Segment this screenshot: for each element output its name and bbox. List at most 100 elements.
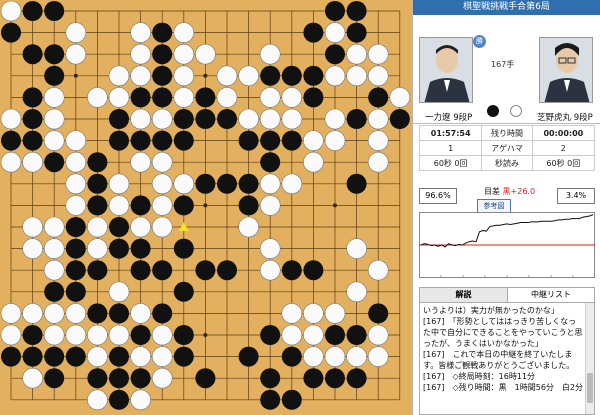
white-stone <box>303 130 324 151</box>
black-player-name: 一力遼 9段P <box>425 113 473 123</box>
white-stone <box>65 43 87 65</box>
black-stone <box>389 109 410 129</box>
white-stone <box>130 389 151 411</box>
black-stone <box>152 65 173 86</box>
white-stone <box>389 87 411 108</box>
black-stone <box>260 65 281 86</box>
black-stone <box>130 87 151 108</box>
black-stone <box>346 1 367 21</box>
white-stone <box>367 151 389 173</box>
black-stone <box>238 130 259 151</box>
white-stone <box>238 65 259 87</box>
black-stone <box>109 109 129 129</box>
white-stone <box>22 151 43 173</box>
black-stone <box>217 109 237 129</box>
black-stone <box>87 368 108 389</box>
black-stone <box>346 173 367 194</box>
black-stone <box>173 195 194 216</box>
white-stone <box>195 43 216 65</box>
white-stone <box>367 43 389 65</box>
white-win-rate: 3.4% <box>557 188 595 204</box>
move-number: 167手 <box>491 60 515 69</box>
white-stone <box>173 43 195 65</box>
game-title: 棋聖戦挑戦手合第6局 <box>413 0 600 15</box>
captures-label: アゲハマ <box>481 140 533 156</box>
white-stone <box>130 151 151 173</box>
white-stone <box>22 216 43 238</box>
black-stone <box>65 346 86 367</box>
black-stone <box>368 87 389 108</box>
black-stone <box>130 368 151 389</box>
white-stone <box>43 303 65 324</box>
white-stone <box>87 238 108 259</box>
white-stone <box>43 87 65 108</box>
white-stone <box>346 281 367 303</box>
black-stone <box>173 130 194 151</box>
black-stone <box>44 44 65 65</box>
black-stone <box>260 325 281 345</box>
white-stone <box>259 259 281 281</box>
white-stone <box>324 346 346 367</box>
black-stone <box>195 109 216 129</box>
white-stone <box>216 87 238 108</box>
white-stone <box>151 151 173 173</box>
black-stone <box>65 217 86 237</box>
white-stone <box>367 108 389 130</box>
black-stone <box>1 22 21 43</box>
black-stone <box>152 260 173 281</box>
black-stone <box>130 260 151 281</box>
winner-badge: 勝 <box>473 35 486 48</box>
white-stone <box>281 324 303 346</box>
black-stone <box>1 130 21 151</box>
go-board[interactable] <box>0 0 412 415</box>
black-stone <box>281 130 302 151</box>
white-byoyomi: 60秒 0回 <box>531 155 596 171</box>
black-player-photo <box>419 37 473 103</box>
black-stone <box>22 346 43 367</box>
white-stone <box>108 195 130 216</box>
black-stone <box>303 260 324 281</box>
scroll-thumb[interactable] <box>587 373 593 403</box>
black-stone <box>22 44 43 65</box>
black-stone <box>346 109 367 129</box>
white-stone <box>151 195 173 216</box>
white-stone <box>0 0 22 22</box>
tab-commentary[interactable]: 解説 <box>420 288 508 302</box>
white-stone <box>173 65 195 87</box>
black-stone-icon <box>487 105 499 117</box>
black-stone <box>87 195 108 216</box>
black-stone <box>281 65 302 86</box>
black-stone <box>44 346 65 367</box>
white-stone <box>151 324 173 346</box>
commentary-scrollbar[interactable] <box>585 303 594 414</box>
commentary-line: [167] 「形勢としてははっきり苦しくなった中で自分にできることをやっていこう… <box>423 317 583 348</box>
commentary-box[interactable]: いうよりは）実力が無かったのかな」 [167] 「形勢としてははっきり苦しくなっ… <box>419 303 595 415</box>
info-panel: 棋聖戦挑戦手合第6局 勝 167手 一力遼 9段P 芝野虎丸 9段P 01:57… <box>412 0 600 415</box>
black-stone <box>173 346 194 367</box>
score-diff: 目差 黒+26.0 <box>484 186 535 197</box>
white-stone <box>43 130 65 151</box>
black-stone <box>195 260 216 281</box>
black-stone <box>152 87 173 108</box>
black-stone <box>130 325 151 345</box>
black-stone <box>87 173 108 194</box>
white-stone <box>324 22 346 43</box>
tab-relay-list[interactable]: 中継リスト <box>508 288 594 302</box>
black-win-rate: 96.6% <box>419 188 457 204</box>
white-stone <box>43 108 65 130</box>
black-stone <box>195 87 216 108</box>
white-stone <box>173 173 195 195</box>
white-stone <box>346 238 367 259</box>
black-stone <box>195 173 216 194</box>
black-stone <box>109 389 129 410</box>
black-stone <box>281 346 302 367</box>
white-player-name: 芝野虎丸 9段P <box>537 113 593 123</box>
black-stone <box>325 368 345 389</box>
black-stone <box>44 65 65 86</box>
white-stone <box>65 195 87 216</box>
white-stone <box>108 87 130 108</box>
black-stone <box>152 130 173 151</box>
white-stone <box>87 324 108 346</box>
black-stone <box>303 22 324 43</box>
reference-button[interactable]: 参考図 <box>477 199 511 213</box>
